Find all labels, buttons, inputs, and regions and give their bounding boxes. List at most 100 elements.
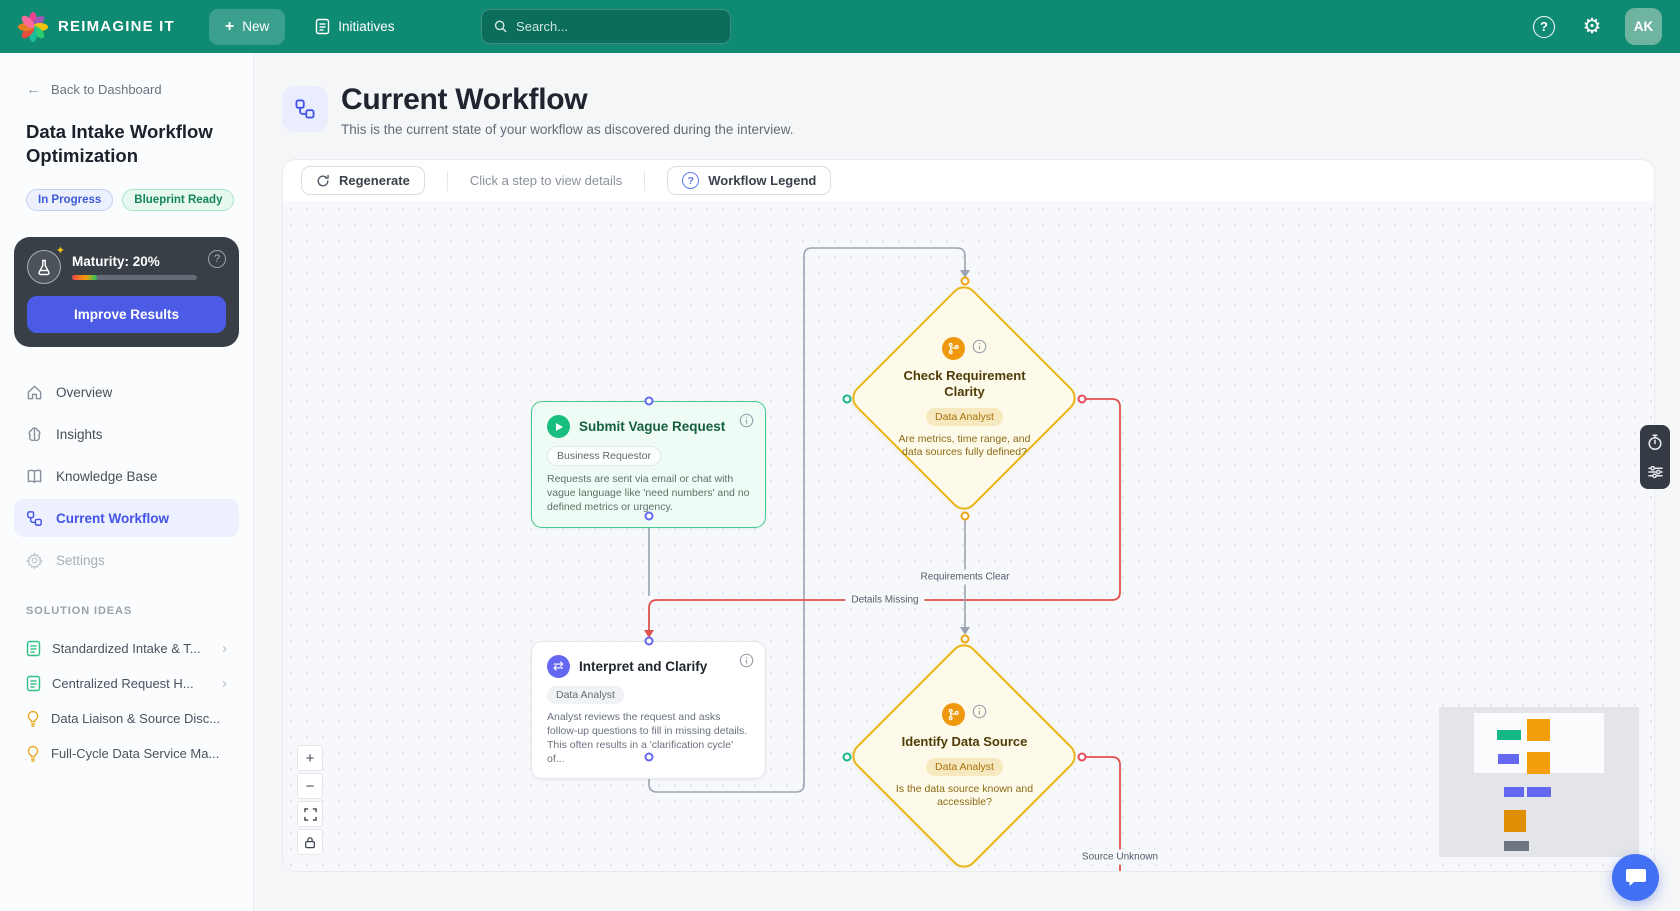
solution-idea-label: Full-Cycle Data Service Ma... xyxy=(51,746,220,762)
stopwatch-icon xyxy=(1648,433,1662,450)
document-icon xyxy=(26,676,41,692)
edge-label-source-unknown: Source Unknown xyxy=(1075,849,1165,865)
info-icon[interactable] xyxy=(972,339,987,359)
back-to-dashboard-link[interactable]: ← Back to Dashboard xyxy=(14,81,239,98)
info-icon[interactable] xyxy=(739,653,754,673)
legend-label: Workflow Legend xyxy=(708,173,817,188)
brand[interactable]: REIMAGINE IT xyxy=(18,11,175,42)
logo-pinwheel-icon xyxy=(18,11,48,42)
workflow-icon xyxy=(282,86,328,132)
maturity-card: ✦ Maturity: 20% ? Improve Results xyxy=(14,237,239,348)
lock-button[interactable] xyxy=(297,829,323,855)
sidebar-item-insights[interactable]: Insights xyxy=(14,415,239,453)
maturity-progress-fill xyxy=(72,275,97,281)
solution-ideas-heading: SOLUTION IDEAS xyxy=(26,605,133,618)
gear-icon: ⚙ xyxy=(1582,14,1602,38)
workflow-legend-button[interactable]: ? Workflow Legend xyxy=(667,166,832,195)
sidebar-nav: Overview Insights Knowledge Base Current… xyxy=(14,373,239,579)
solution-idea-data-liaison[interactable]: Data Liaison & Source Disc... xyxy=(14,701,239,736)
chat-launcher-button[interactable] xyxy=(1612,854,1659,901)
regenerate-button[interactable]: Regenerate xyxy=(301,166,425,195)
zoom-in-button[interactable]: + xyxy=(297,745,323,771)
status-badge-in-progress: In Progress xyxy=(26,189,114,212)
user-avatar[interactable]: AK xyxy=(1625,8,1662,45)
initiatives-button[interactable]: Initiatives xyxy=(299,9,410,45)
fit-view-button[interactable] xyxy=(297,801,323,827)
zoom-out-button[interactable]: − xyxy=(297,773,323,799)
sidebar-item-label: Knowledge Base xyxy=(56,468,158,484)
sidebar-item-knowledge-base[interactable]: Knowledge Base xyxy=(14,457,239,495)
info-icon[interactable] xyxy=(972,704,987,724)
top-navigation-bar: REIMAGINE IT + New Initiatives ? xyxy=(0,0,1680,53)
node-title: Interpret and Clarify xyxy=(579,659,708,674)
gear-icon xyxy=(26,551,43,569)
back-arrow-icon: ← xyxy=(26,81,41,98)
status-badge-blueprint-ready: Blueprint Ready xyxy=(122,189,235,212)
minimap-node xyxy=(1497,730,1521,740)
minimap[interactable] xyxy=(1439,707,1639,857)
document-icon xyxy=(316,18,330,35)
workflow-panel: Regenerate Click a step to view details … xyxy=(282,159,1655,872)
connection-handle xyxy=(960,634,970,644)
timer-button[interactable] xyxy=(1644,431,1666,453)
solution-idea-centralized-request[interactable]: Centralized Request H... › xyxy=(14,666,239,701)
minimap-node xyxy=(1498,754,1519,764)
adjust-settings-button[interactable] xyxy=(1644,461,1666,483)
connection-handle xyxy=(644,396,654,406)
connection-handle xyxy=(842,752,852,762)
node-submit-vague-request[interactable]: Submit Vague Request Business Requestor … xyxy=(531,401,766,528)
back-link-label: Back to Dashboard xyxy=(51,82,162,97)
connection-handle xyxy=(1077,752,1087,762)
edge-label-details-missing: Details Missing xyxy=(845,592,925,608)
toolbar-divider xyxy=(446,170,448,191)
info-icon[interactable] xyxy=(739,413,754,433)
branch-icon xyxy=(942,702,965,726)
maturity-help-button[interactable]: ? xyxy=(208,250,226,269)
minimap-node xyxy=(1527,719,1550,741)
solution-idea-label: Centralized Request H... xyxy=(52,676,194,692)
node-role-badge: Data Analyst xyxy=(926,757,1003,776)
play-icon xyxy=(547,415,570,438)
connection-handle xyxy=(1077,394,1087,404)
new-button[interactable]: + New xyxy=(208,8,286,45)
branch-icon xyxy=(942,337,965,360)
minimap-node xyxy=(1527,787,1551,797)
search-box[interactable] xyxy=(480,9,731,44)
solution-idea-full-cycle[interactable]: Full-Cycle Data Service Ma... xyxy=(14,736,239,771)
node-identify-data-source[interactable]: Identify Data Source Data Analyst Is the… xyxy=(846,638,1082,871)
sidebar-item-label: Insights xyxy=(56,426,103,442)
solution-idea-label: Data Liaison & Source Disc... xyxy=(51,711,221,727)
sidebar-item-label: Current Workflow xyxy=(56,510,170,526)
sparkle-icon: ✦ xyxy=(55,244,65,258)
toolbar-hint: Click a step to view details xyxy=(469,173,623,188)
sidebar-item-settings[interactable]: Settings xyxy=(14,541,239,579)
connection-handle xyxy=(644,636,654,646)
regenerate-label: Regenerate xyxy=(339,173,410,188)
main-content: Current Workflow This is the current sta… xyxy=(254,53,1680,911)
minimap-node xyxy=(1504,810,1526,832)
sidebar-item-current-workflow[interactable]: Current Workflow xyxy=(14,499,239,538)
sidebar-item-label: Settings xyxy=(56,552,105,568)
brain-icon xyxy=(28,427,41,441)
connection-handle xyxy=(960,511,970,521)
help-button[interactable]: ? xyxy=(1527,10,1561,44)
workflow-canvas[interactable]: Requirements Clear Details Missing Sourc… xyxy=(283,201,1654,871)
canvas-controls: + − xyxy=(297,745,323,855)
book-icon xyxy=(27,469,42,483)
improve-results-button[interactable]: Improve Results xyxy=(27,296,226,334)
project-title: Data Intake Workflow Optimization xyxy=(26,121,213,166)
document-icon xyxy=(26,641,41,657)
lightbulb-icon xyxy=(27,746,39,763)
search-input[interactable] xyxy=(516,19,718,34)
node-role-badge: Business Requestor xyxy=(547,446,661,466)
chevron-right-icon: › xyxy=(222,675,227,693)
node-role-badge: Data Analyst xyxy=(926,407,1003,426)
node-title: Submit Vague Request xyxy=(579,419,726,434)
new-button-label: New xyxy=(242,19,270,34)
settings-button[interactable]: ⚙ xyxy=(1575,10,1609,44)
solution-idea-standardized-intake[interactable]: Standardized Intake & T... › xyxy=(14,631,239,666)
sidebar-item-overview[interactable]: Overview xyxy=(14,373,239,411)
node-description: Requests are sent via email or chat with… xyxy=(547,473,750,513)
floating-tools-panel xyxy=(1640,425,1670,489)
node-check-requirement-clarity[interactable]: Check Requirement Clarity Data Analyst A… xyxy=(846,280,1082,516)
